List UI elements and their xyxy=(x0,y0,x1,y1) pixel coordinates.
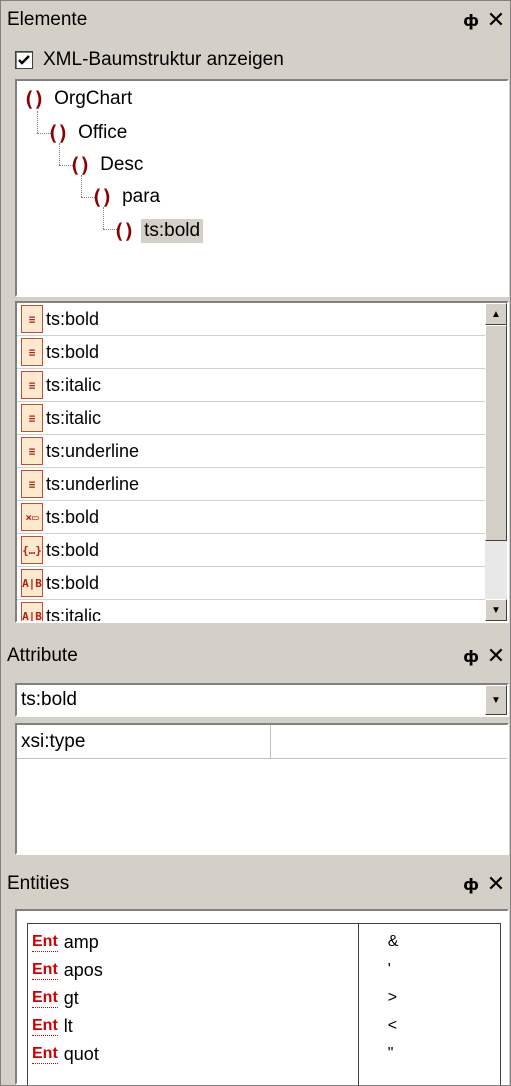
dropdown-arrow-icon[interactable]: ▼ xyxy=(485,685,507,715)
element-list[interactable]: ≡ ts:bold ≡ ts:bold ≡ ts:italic ≡ ts:italic … xyxy=(15,301,509,623)
scroll-thumb[interactable] xyxy=(485,325,507,541)
elemente-title: Elemente xyxy=(7,9,88,30)
list-item[interactable]: ≡ ts:underline xyxy=(17,468,485,501)
entity-icon: Ent xyxy=(32,1016,58,1036)
entity-icon: Ent xyxy=(32,932,58,952)
entity-name: gt xyxy=(63,987,79,1008)
element-icon: () xyxy=(91,185,113,209)
entity-row[interactable]: Ent lt < xyxy=(32,1012,498,1040)
element-before-icon: ≡ xyxy=(21,371,43,399)
show-tree-toggle[interactable]: XML-Baumstruktur anzeigen xyxy=(15,49,284,71)
element-icon: () xyxy=(69,153,91,177)
attribute-title: Attribute xyxy=(7,645,78,666)
checkbox[interactable] xyxy=(15,51,33,69)
element-icon: () xyxy=(23,87,45,111)
list-item-label: ts:bold xyxy=(46,308,100,329)
entity-name: lt xyxy=(63,1015,73,1036)
elemente-titlebar: Elemente ф ✕ xyxy=(1,1,510,39)
list-item-label: ts:underline xyxy=(46,440,140,461)
entity-icon: Ent xyxy=(32,960,58,980)
list-item[interactable]: ≡ ts:bold xyxy=(17,303,485,336)
tree-node-label: Office xyxy=(78,122,128,143)
convert-icon: A|B xyxy=(21,569,43,597)
entity-icon: Ent xyxy=(32,988,58,1008)
tree-node[interactable]: () Office xyxy=(47,119,130,147)
checkmark-icon xyxy=(18,55,30,65)
list-item[interactable]: ≡ ts:italic xyxy=(17,402,485,435)
tree-node[interactable]: () Desc xyxy=(69,151,146,179)
xml-tree-view[interactable]: () OrgChart () Office () Desc () para ()… xyxy=(15,79,509,297)
entity-value: & xyxy=(387,933,399,950)
list-item-label: ts:bold xyxy=(46,506,100,527)
list-item-label: ts:italic xyxy=(46,374,102,395)
scroll-up-button[interactable]: ▲ xyxy=(485,303,507,325)
list-item[interactable]: A|B ts:bold xyxy=(17,567,485,600)
enclose-icon: {…} xyxy=(21,536,43,564)
list-item-label: ts:bold xyxy=(46,539,100,560)
list-item[interactable]: ×▭ ts:bold xyxy=(17,501,485,534)
tree-node-label: para xyxy=(122,186,161,207)
tree-node-label: OrgChart xyxy=(54,88,133,109)
element-select[interactable]: ts:bold ▼ xyxy=(15,683,509,717)
entity-row[interactable]: Ent gt > xyxy=(32,984,498,1012)
entity-name: quot xyxy=(63,1043,99,1064)
entity-name: amp xyxy=(63,931,99,952)
list-item[interactable]: ≡ ts:bold xyxy=(17,336,485,369)
tree-node-label: ts:bold xyxy=(141,219,204,243)
entities-list[interactable]: Ent amp & Ent apos ' Ent gt > Ent lt < Ent quot " xyxy=(15,909,509,1086)
entities-titlebar: Entities ф ✕ xyxy=(1,865,510,903)
list-item-label: ts:underline xyxy=(46,473,140,494)
element-after-icon: ≡ xyxy=(21,470,43,498)
close-icon[interactable]: ✕ xyxy=(482,872,510,897)
element-icon: () xyxy=(47,121,69,145)
tree-node[interactable]: () para xyxy=(91,183,163,211)
list-item[interactable]: {…} ts:bold xyxy=(17,534,485,567)
entity-value: ' xyxy=(387,961,391,978)
entity-row[interactable]: Ent amp & xyxy=(32,928,498,956)
pin-icon[interactable]: ф xyxy=(460,11,482,30)
entity-row[interactable]: Ent quot " xyxy=(32,1040,498,1068)
entity-value: " xyxy=(387,1045,394,1062)
element-before-icon: ≡ xyxy=(21,305,43,333)
pin-icon[interactable]: ф xyxy=(460,647,482,666)
checkbox-label: XML-Baumstruktur anzeigen xyxy=(43,49,284,70)
clear-element-icon: ×▭ xyxy=(21,503,43,531)
close-icon[interactable]: ✕ xyxy=(482,8,510,33)
list-item-label: ts:bold xyxy=(46,572,100,593)
attribute-name: xsi:type xyxy=(17,725,271,758)
entity-value: < xyxy=(387,1017,398,1034)
close-icon[interactable]: ✕ xyxy=(482,644,510,669)
entity-name: apos xyxy=(63,959,103,980)
list-scrollbar[interactable]: ▲ ▼ xyxy=(485,303,507,621)
list-item[interactable]: A|B ts:italic xyxy=(17,600,485,623)
pin-icon[interactable]: ф xyxy=(460,875,482,894)
attribute-value[interactable] xyxy=(271,725,507,758)
entry-helpers-panel: Elemente ф ✕ XML-Baumstruktur anzeigen (… xyxy=(0,0,511,1086)
element-after-icon: ≡ xyxy=(21,404,43,432)
entities-title: Entities xyxy=(7,873,70,894)
element-icon: () xyxy=(113,219,135,243)
element-before-icon: ≡ xyxy=(21,437,43,465)
list-item-label: ts:bold xyxy=(46,341,100,362)
attribute-grid[interactable]: xsi:type xyxy=(15,723,509,855)
scroll-down-button[interactable]: ▼ xyxy=(485,599,507,621)
list-item-label: ts:italic xyxy=(46,407,102,428)
attribute-titlebar: Attribute ф ✕ xyxy=(1,637,510,675)
attribute-row[interactable]: xsi:type xyxy=(17,725,507,759)
entities-table: Ent amp & Ent apos ' Ent gt > Ent lt < Ent quot " xyxy=(27,923,501,1086)
entity-icon: Ent xyxy=(32,1044,58,1064)
list-item[interactable]: ≡ ts:underline xyxy=(17,435,485,468)
tree-node-selected[interactable]: () ts:bold xyxy=(113,217,204,245)
tree-node[interactable]: () OrgChart xyxy=(23,85,135,113)
tree-node-label: Desc xyxy=(100,154,144,175)
element-after-icon: ≡ xyxy=(21,338,43,366)
entity-value: > xyxy=(387,989,398,1006)
list-item-label: ts:italic xyxy=(46,605,102,623)
list-item[interactable]: ≡ ts:italic xyxy=(17,369,485,402)
convert-icon: A|B xyxy=(21,602,43,621)
tree-connector xyxy=(37,111,38,133)
entity-row[interactable]: Ent apos ' xyxy=(32,956,498,984)
element-select-value: ts:bold xyxy=(21,689,77,710)
